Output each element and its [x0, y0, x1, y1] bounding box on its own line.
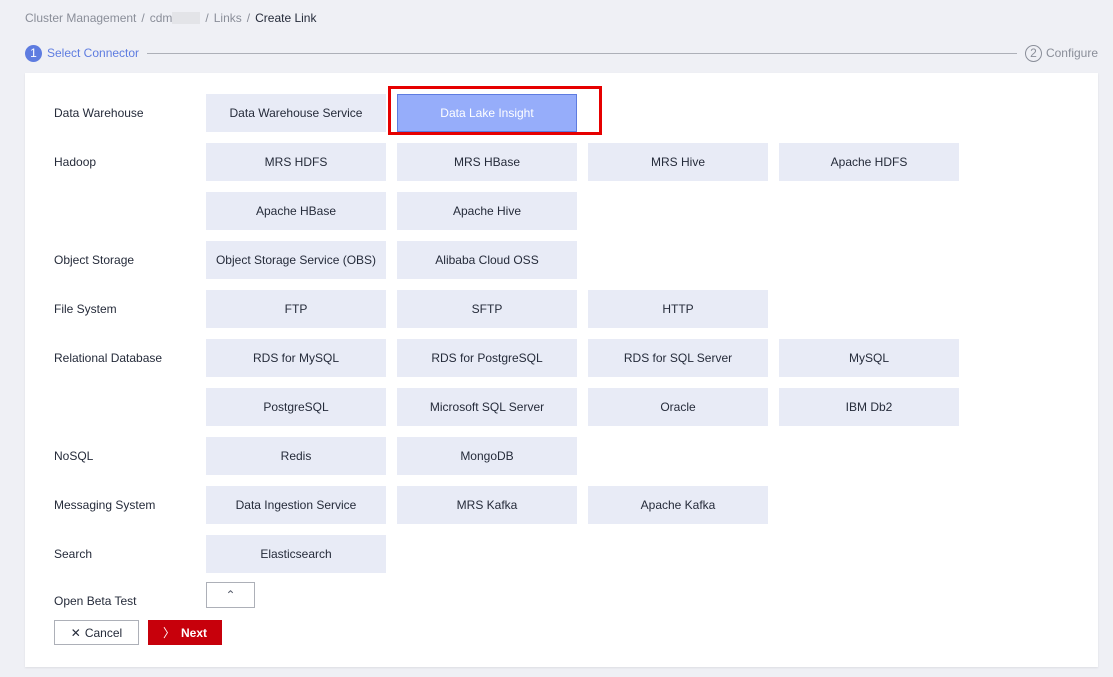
connector-button[interactable]: Data Lake Insight: [397, 94, 577, 132]
connector-panel: Data Warehouse Data Warehouse Service Data…: [25, 73, 1098, 667]
group-items: Elasticsearch: [206, 535, 970, 573]
connector-group: Messaging System Data Ingestion Service MR…: [54, 486, 970, 524]
open-beta-label: Open Beta Test: [54, 594, 137, 608]
connector-group: NoSQL Redis MongoDB: [54, 437, 970, 475]
connector-button[interactable]: MongoDB: [397, 437, 577, 475]
connector-groups: Data Warehouse Data Warehouse Service Data…: [54, 94, 970, 584]
connector-group: Relational Database RDS for MySQL RDS for …: [54, 339, 970, 426]
step-1-label: Select Connector: [47, 46, 140, 60]
connector-button[interactable]: RDS for SQL Server: [588, 339, 768, 377]
open-beta-toggle[interactable]: ⌃: [206, 582, 255, 608]
group-items: RDS for MySQL RDS for PostgreSQL RDS for S…: [206, 339, 970, 426]
connector-button[interactable]: Data Ingestion Service: [206, 486, 386, 524]
group-items: Data Ingestion Service MRS Kafka Apache Ka…: [206, 486, 970, 524]
connector-button[interactable]: Apache Kafka: [588, 486, 768, 524]
connector-group: Data Warehouse Data Warehouse Service Data…: [54, 94, 970, 132]
group-label: Object Storage: [54, 253, 135, 267]
connector-button[interactable]: Redis: [206, 437, 386, 475]
connector-button[interactable]: Apache Hive: [397, 192, 577, 230]
connector-button[interactable]: SFTP: [397, 290, 577, 328]
redacted-text: [172, 12, 201, 24]
next-label: Next: [181, 625, 208, 640]
next-button[interactable]: 〉 Next: [148, 620, 222, 645]
close-icon: ✕: [70, 625, 81, 640]
cancel-label: Cancel: [84, 625, 123, 640]
connector-button[interactable]: MRS Hive: [588, 143, 768, 181]
group-items: Object Storage Service (OBS) Alibaba Clou…: [206, 241, 970, 279]
connector-button[interactable]: FTP: [206, 290, 386, 328]
group-items: MRS HDFS MRS HBase MRS Hive Apache HDFS Apac…: [206, 143, 970, 230]
group-label: Relational Database: [54, 351, 163, 365]
breadcrumb-cluster[interactable]: cdm: [150, 11, 173, 25]
stepper: 1 Select Connector 2 Configure: [25, 44, 1098, 62]
connector-button[interactable]: Object Storage Service (OBS): [206, 241, 386, 279]
connector-button[interactable]: PostgreSQL: [206, 388, 386, 426]
connector-button[interactable]: Alibaba Cloud OSS: [397, 241, 577, 279]
group-label: NoSQL: [54, 449, 94, 463]
connector-group: Hadoop MRS HDFS MRS HBase MRS Hive Apache HD…: [54, 143, 970, 230]
chevron-up-icon: ⌃: [225, 588, 236, 602]
breadcrumb-links[interactable]: Links: [214, 11, 242, 25]
breadcrumb-cluster-management[interactable]: Cluster Management: [25, 11, 136, 25]
group-label: Search: [54, 547, 93, 561]
connector-button[interactable]: MRS HDFS: [206, 143, 386, 181]
connector-button[interactable]: IBM Db2: [779, 388, 959, 426]
connector-button[interactable]: Elasticsearch: [206, 535, 386, 573]
connector-button[interactable]: MRS HBase: [397, 143, 577, 181]
connector-button[interactable]: HTTP: [588, 290, 768, 328]
connector-button[interactable]: MySQL: [779, 339, 959, 377]
breadcrumb: Cluster Management / cdm / Links / Create L…: [25, 11, 317, 25]
connector-button[interactable]: Oracle: [588, 388, 768, 426]
group-label: Messaging System: [54, 498, 156, 512]
step-divider: [147, 52, 1017, 54]
connector-group: Search Elasticsearch: [54, 535, 970, 573]
group-items: Redis MongoDB: [206, 437, 970, 475]
chevron-right-icon: 〉: [162, 626, 175, 640]
connector-button[interactable]: RDS for PostgreSQL: [397, 339, 577, 377]
connector-button[interactable]: Apache HBase: [206, 192, 386, 230]
step-2-number: 2: [1024, 44, 1042, 62]
breadcrumb-current: Create Link: [255, 11, 317, 25]
connector-button[interactable]: Microsoft SQL Server: [397, 388, 577, 426]
connector-group: Object Storage Object Storage Service (OB…: [54, 241, 970, 279]
connector-button[interactable]: Apache HDFS: [779, 143, 959, 181]
group-label: Data Warehouse: [54, 106, 144, 120]
group-label: Hadoop: [54, 155, 97, 169]
connector-button[interactable]: Data Warehouse Service: [206, 94, 386, 132]
connector-button[interactable]: RDS for MySQL: [206, 339, 386, 377]
connector-group: File System FTP SFTP HTTP: [54, 290, 970, 328]
step-1-number: 1: [25, 44, 42, 62]
connector-button[interactable]: MRS Kafka: [397, 486, 577, 524]
group-label: File System: [54, 302, 117, 316]
group-items: FTP SFTP HTTP: [206, 290, 970, 328]
step-2-label: Configure: [1045, 46, 1098, 60]
cancel-button[interactable]: ✕ Cancel: [54, 620, 139, 645]
group-items: Data Warehouse Service Data Lake Insight: [206, 94, 970, 132]
